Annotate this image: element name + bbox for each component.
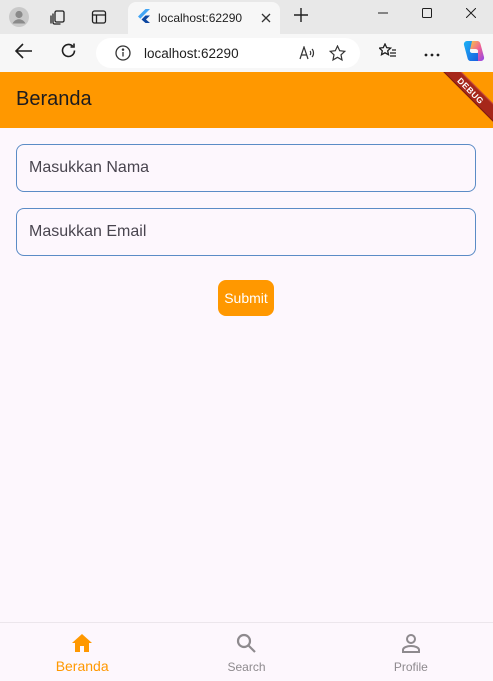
nav-label-search: Search bbox=[227, 660, 266, 674]
tab-actions-icon[interactable] bbox=[82, 0, 116, 34]
email-input[interactable] bbox=[29, 223, 475, 241]
close-icon[interactable] bbox=[254, 6, 278, 30]
page-title: Beranda bbox=[16, 88, 92, 110]
plus-icon bbox=[294, 7, 308, 27]
copilot-button[interactable] bbox=[458, 37, 490, 69]
back-arrow-icon bbox=[14, 42, 33, 64]
app-bar: Beranda DEBUG bbox=[0, 72, 493, 128]
nav-label-beranda: Beranda bbox=[55, 658, 109, 674]
name-input[interactable] bbox=[29, 159, 475, 177]
nav-item-search[interactable]: Search bbox=[164, 623, 328, 681]
minimize-icon bbox=[378, 5, 388, 23]
nav-item-profile[interactable]: Profile bbox=[329, 623, 493, 681]
new-tab-button[interactable] bbox=[287, 4, 315, 30]
home-icon bbox=[70, 631, 94, 655]
nav-label-profile: Profile bbox=[393, 660, 428, 674]
bottom-navigation: Beranda Search Profile bbox=[0, 622, 493, 681]
back-button[interactable] bbox=[8, 37, 40, 69]
minimize-button[interactable] bbox=[361, 0, 405, 28]
address-text[interactable]: localhost:62290 bbox=[144, 46, 292, 61]
browser-window: localhost:62290 localhost:62290 Beranda … bbox=[0, 0, 493, 681]
copilot-icon bbox=[462, 39, 486, 68]
read-aloud-icon[interactable] bbox=[292, 38, 322, 68]
browser-toolbar: localhost:62290 bbox=[0, 34, 493, 72]
more-icon bbox=[424, 44, 440, 62]
person-icon bbox=[399, 631, 423, 655]
refresh-icon bbox=[60, 42, 77, 64]
submit-button[interactable]: Submit bbox=[218, 280, 274, 316]
profile-icon[interactable] bbox=[2, 0, 36, 34]
name-field[interactable] bbox=[16, 144, 476, 192]
maximize-button[interactable] bbox=[405, 0, 449, 28]
more-button[interactable] bbox=[416, 37, 448, 69]
browser-tab[interactable]: localhost:62290 bbox=[128, 2, 280, 34]
info-icon[interactable] bbox=[108, 45, 138, 61]
workspaces-icon[interactable] bbox=[41, 0, 75, 34]
maximize-icon bbox=[422, 5, 432, 23]
star-icon[interactable] bbox=[322, 38, 352, 68]
close-icon bbox=[465, 5, 477, 23]
debug-banner: DEBUG bbox=[431, 72, 493, 128]
search-icon bbox=[234, 631, 258, 655]
tab-strip: localhost:62290 bbox=[0, 0, 493, 34]
main-content: Submit bbox=[0, 128, 493, 622]
favorites-button[interactable] bbox=[372, 37, 404, 69]
tab-title: localhost:62290 bbox=[158, 11, 243, 25]
close-window-button[interactable] bbox=[449, 0, 493, 28]
flutter-icon bbox=[138, 8, 150, 28]
nav-item-beranda[interactable]: Beranda bbox=[0, 623, 164, 681]
email-field[interactable] bbox=[16, 208, 476, 256]
refresh-button[interactable] bbox=[52, 37, 84, 69]
address-bar[interactable]: localhost:62290 bbox=[96, 38, 360, 68]
favorites-icon bbox=[377, 41, 397, 64]
